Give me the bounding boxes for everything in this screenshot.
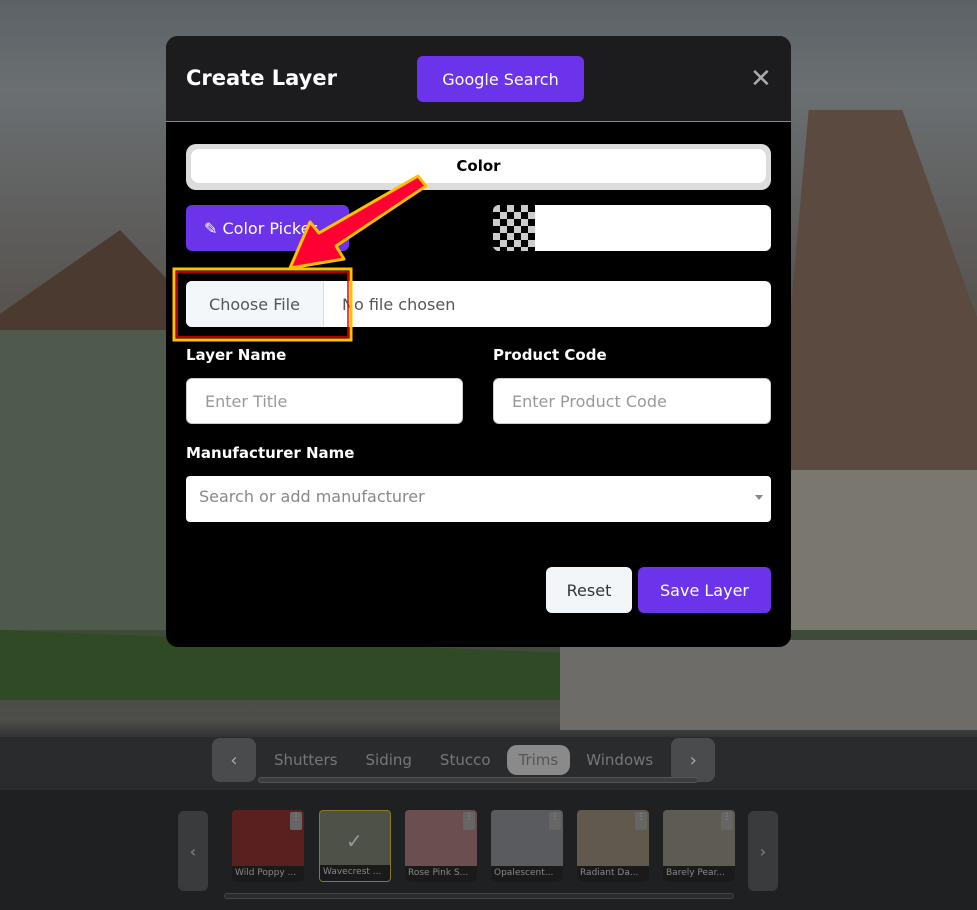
save-layer-button[interactable]: Save Layer	[638, 567, 771, 613]
modal-header: Create Layer Google Search ✕	[166, 36, 791, 122]
more-options-icon[interactable]: ⋮	[721, 812, 733, 830]
swatch-next-button[interactable]: ›	[748, 811, 778, 891]
more-options-icon[interactable]: ⋮	[549, 812, 561, 830]
category-scrollbar[interactable]	[258, 777, 698, 783]
create-layer-modal: Create Layer Google Search ✕ Color ✎ Col…	[166, 36, 791, 647]
close-icon[interactable]: ✕	[750, 66, 772, 92]
manufacturer-select[interactable]: Search or add manufacturer	[186, 476, 771, 522]
type-tabs: Color	[186, 144, 771, 190]
swatch-scrollbar[interactable]	[224, 893, 734, 899]
swatch-item[interactable]: ⋮ Barely Pear...	[663, 810, 735, 882]
swatch-item[interactable]: ✓ Wavecrest ...	[319, 810, 391, 882]
check-icon: ✓	[346, 829, 363, 853]
swatch-label: Wavecrest ...	[320, 865, 390, 881]
swatch-label: Radiant Da...	[577, 866, 649, 882]
file-status: No file chosen	[342, 294, 456, 314]
tab-stucco[interactable]: Stucco	[428, 745, 503, 775]
background-driveway	[560, 640, 977, 730]
background-siding	[0, 330, 170, 630]
tab-siding[interactable]: Siding	[354, 745, 424, 775]
product-code-label: Product Code	[493, 346, 607, 364]
category-next-button[interactable]: ›	[671, 738, 716, 782]
swatch-label: Rose Pink S...	[405, 866, 477, 882]
swatch-item[interactable]: ⋮ Radiant Da...	[577, 810, 649, 882]
swatch-label: Wild Poppy ...	[232, 866, 304, 882]
manufacturer-label: Manufacturer Name	[186, 444, 355, 462]
swatch-prev-button[interactable]: ‹	[178, 811, 208, 891]
color-preview[interactable]	[493, 205, 771, 251]
more-options-icon[interactable]: ⋮	[635, 812, 647, 830]
more-options-icon[interactable]: ⋮	[290, 812, 302, 830]
choose-file-button[interactable]: Choose File	[186, 281, 324, 327]
swatch-bar	[0, 790, 977, 910]
file-input[interactable]: Choose File No file chosen	[186, 281, 771, 327]
reset-button[interactable]: Reset	[546, 567, 632, 613]
more-options-icon[interactable]: ⋮	[463, 812, 475, 830]
manufacturer-placeholder: Search or add manufacturer	[199, 487, 425, 506]
chevron-down-icon	[755, 495, 763, 500]
swatch-label: Opalescent...	[491, 866, 563, 882]
tab-color[interactable]: Color	[191, 149, 766, 183]
category-tabs: ‹ Shutters Siding Stucco Trims Windows ›	[212, 738, 716, 782]
swatch-label: Barely Pear...	[663, 866, 735, 882]
modal-title: Create Layer	[186, 66, 337, 90]
tab-trims[interactable]: Trims	[506, 745, 571, 775]
layer-name-input[interactable]	[186, 378, 463, 424]
tab-shutters[interactable]: Shutters	[262, 745, 350, 775]
pencil-icon: ✎	[204, 218, 218, 238]
color-picker-button[interactable]: ✎ Color Picker	[186, 205, 349, 251]
tab-windows[interactable]: Windows	[574, 745, 665, 775]
google-search-button[interactable]: Google Search	[417, 56, 584, 102]
swatch-item[interactable]: ⋮ Rose Pink S...	[405, 810, 477, 882]
product-code-input[interactable]	[493, 378, 771, 424]
transparency-checker	[493, 205, 535, 251]
background-garage	[790, 470, 977, 630]
swatch-item[interactable]: ⋮ Opalescent...	[491, 810, 563, 882]
category-prev-button[interactable]: ‹	[212, 738, 256, 782]
swatch-item[interactable]: ⋮ Wild Poppy ...	[232, 810, 304, 882]
layer-name-label: Layer Name	[186, 346, 287, 364]
color-picker-label: Color Picker	[222, 218, 318, 238]
